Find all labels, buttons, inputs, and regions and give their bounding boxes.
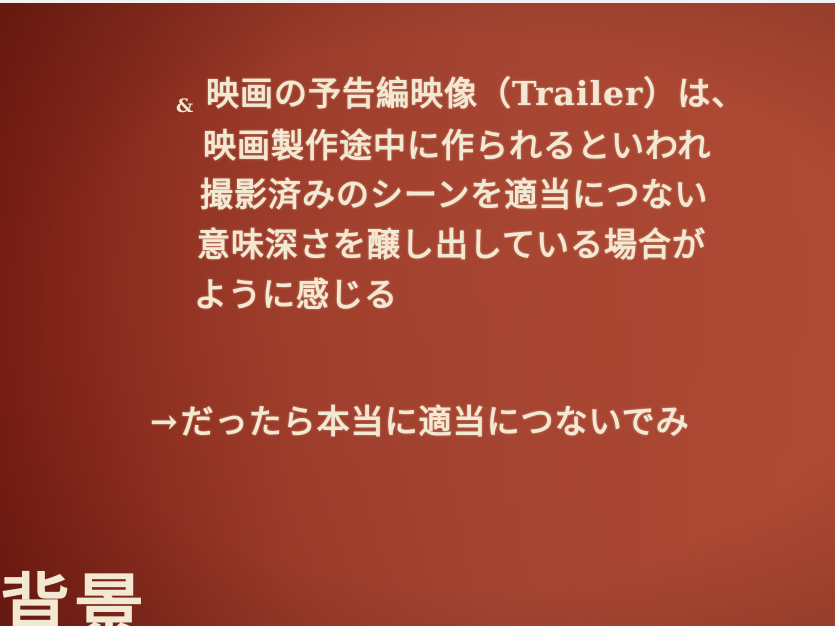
slide-text-line-5: ように感じる (194, 275, 398, 314)
slide-text-line-1: 映画の予告編映像（Trailer）は、 (206, 74, 746, 113)
conclusion-text: だったら本当に適当につないでみ (180, 402, 690, 441)
conclusion-line: →だったら本当に適当につないでみ (150, 395, 690, 443)
right-arrow-icon: → (150, 402, 179, 441)
bullet-marker: & (176, 95, 194, 117)
slide-text-line-4: 意味深さを醸し出している場合が (197, 225, 707, 264)
slide-text-line-3: 撮影済みのシーンを適当につない (200, 175, 709, 214)
presentation-slide: & 映画の予告編映像（Trailer）は、 映画製作途中に作られるといわれ 撮影… (0, 3, 835, 626)
slide-text-line-2: 映画製作途中に作られるといわれ (203, 126, 712, 165)
section-title: 背景 (0, 565, 148, 626)
